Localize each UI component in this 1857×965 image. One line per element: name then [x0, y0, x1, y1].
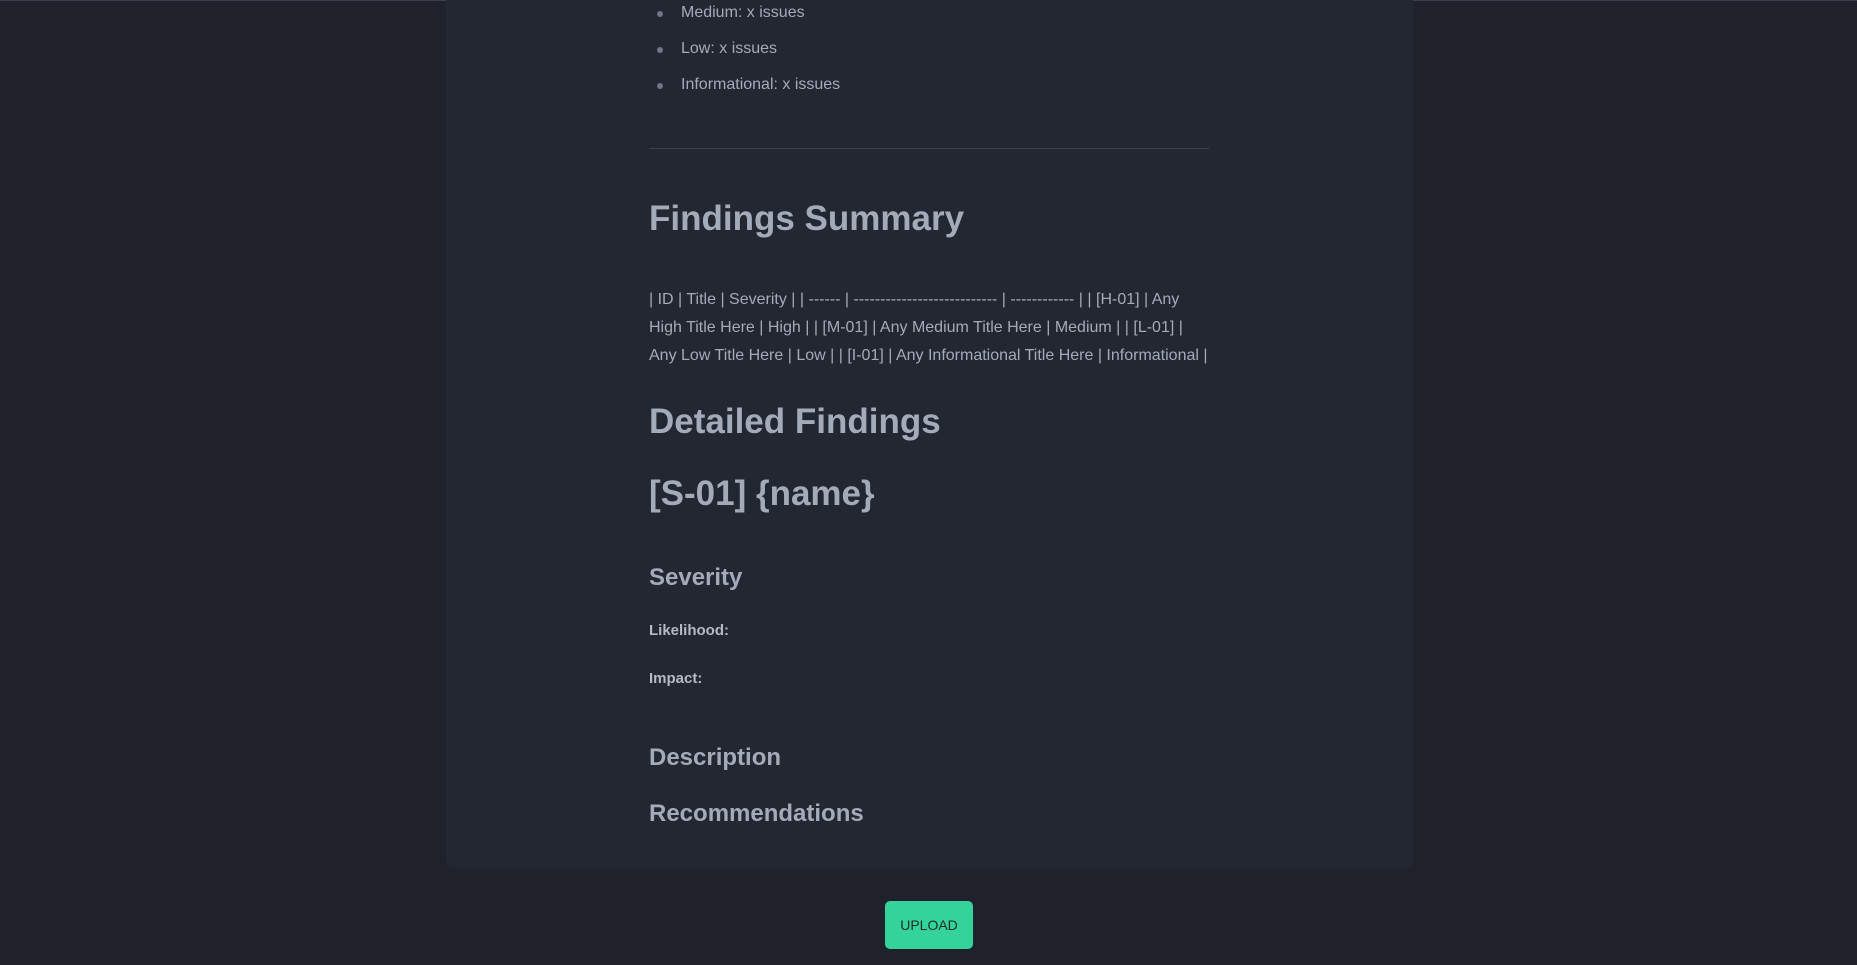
likelihood-label: Likelihood:: [649, 622, 729, 639]
impact-label: Impact:: [649, 670, 703, 687]
bullet-icon: [657, 83, 663, 89]
divider: [649, 148, 1209, 149]
recommendations-heading: Recommendations: [649, 800, 864, 827]
severity-count-medium: Medium: x issues: [681, 4, 805, 21]
upload-button[interactable]: UPLOAD: [885, 901, 973, 949]
findings-summary-heading: Findings Summary: [649, 199, 965, 238]
severity-heading: Severity: [649, 564, 743, 591]
bullet-icon: [657, 11, 663, 17]
severity-count-low: Low: x issues: [681, 40, 778, 57]
finding-title: [S-01] {name}: [649, 474, 875, 513]
description-heading: Description: [649, 744, 782, 771]
bullet-icon: [657, 47, 663, 53]
severity-count-informational: Informational: x issues: [681, 76, 841, 93]
findings-summary-table-text: | ID | Title | Severity | | ------ | ---…: [649, 291, 1208, 364]
detailed-findings-heading: Detailed Findings: [649, 402, 941, 441]
